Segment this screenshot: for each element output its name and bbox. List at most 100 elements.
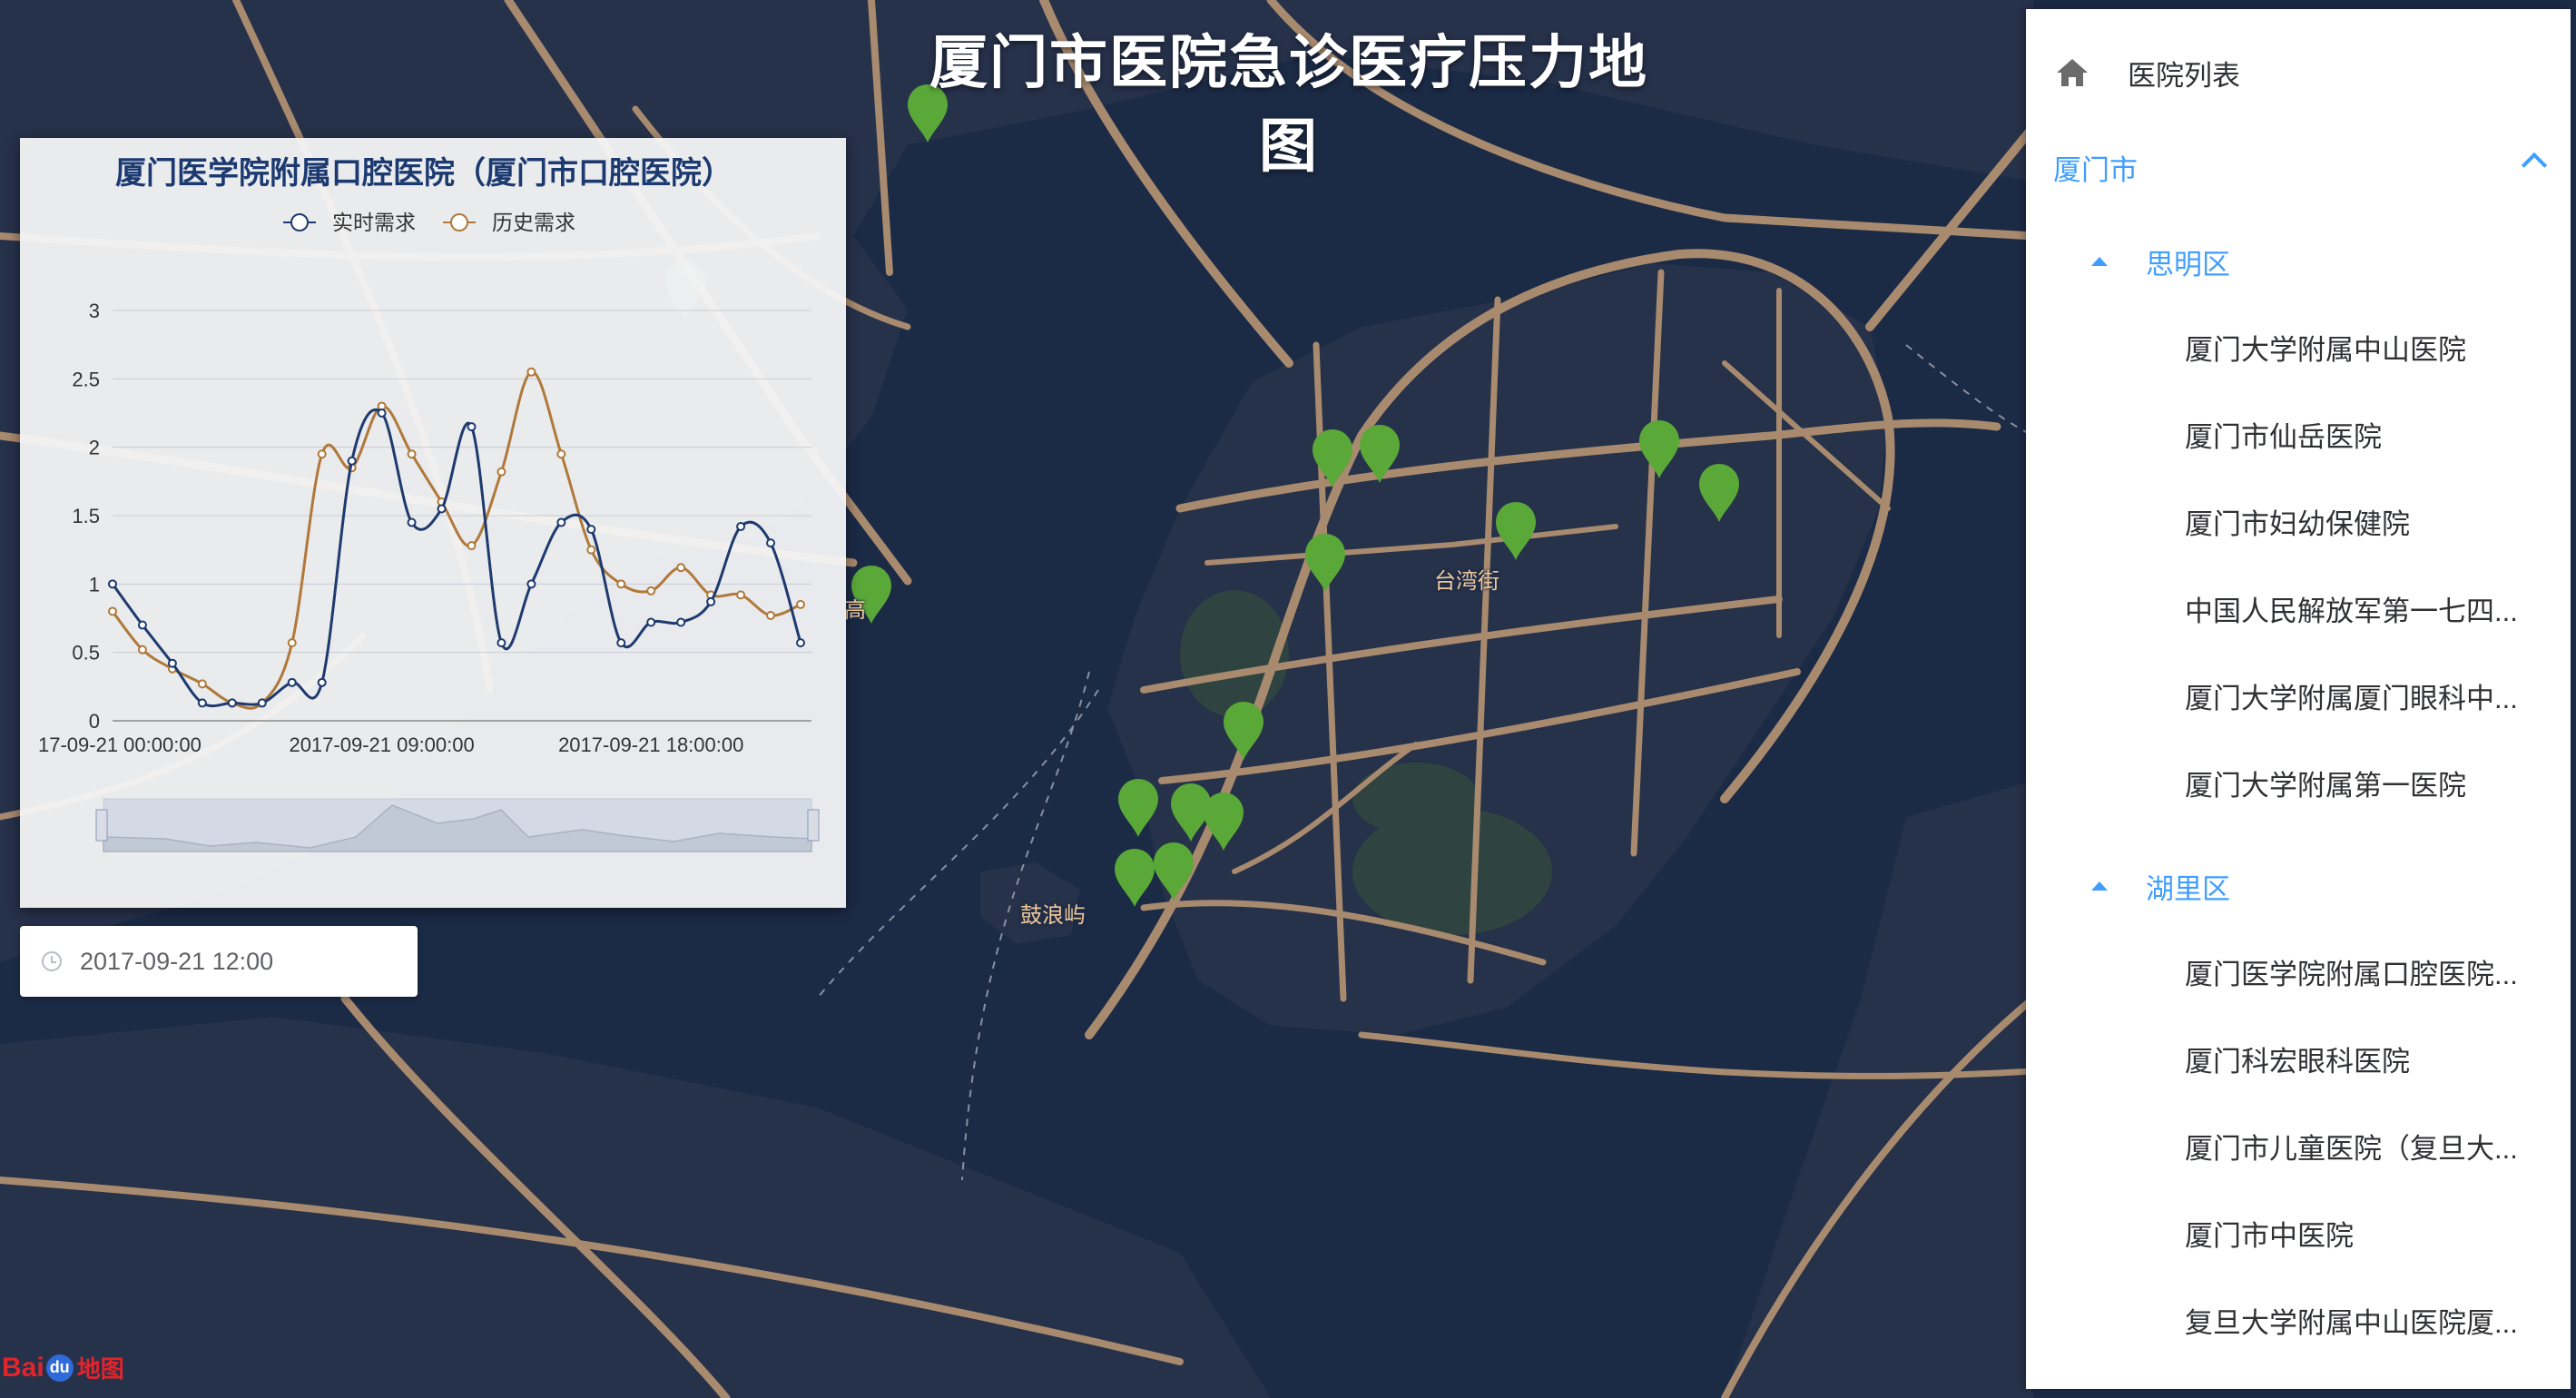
data-point[interactable] (556, 449, 566, 459)
data-point[interactable] (407, 517, 417, 527)
data-point[interactable] (407, 449, 417, 459)
hospital-name: 厦门大学附属中山医院 (2185, 333, 2466, 366)
hospital-name: 厦门医学院附属口腔医院... (2185, 958, 2518, 990)
data-point[interactable] (497, 638, 506, 648)
data-point[interactable] (736, 590, 746, 600)
y-tick-label: 3 (89, 300, 100, 322)
data-point[interactable] (586, 545, 596, 555)
demand-line-chart[interactable]: 厦门医学院附属口腔医院（厦门市口腔医院） 实时需求 历史需求 0 0.5 1 1.5 2… (20, 138, 846, 908)
hospital-item[interactable]: 厦门大学附属中山医院 (2026, 303, 2571, 390)
hospital-item[interactable]: 厦门市儿童医院（复旦大... (2026, 1102, 2571, 1189)
data-point[interactable] (616, 579, 626, 589)
hospital-name: 中国人民解放军第一七四... (2185, 595, 2518, 627)
data-point[interactable] (646, 617, 656, 627)
data-point[interactable] (796, 599, 805, 609)
chart-x-axis: 17-09-21 00:00:00 2017-09-21 09:00:00 2017… (38, 733, 743, 756)
chart-datazoom-slider[interactable] (95, 798, 820, 852)
datetime-input[interactable] (78, 946, 390, 977)
city-group-xiamen[interactable]: 厦门市 (2026, 123, 2571, 211)
data-point[interactable] (526, 579, 536, 589)
datetime-picker[interactable] (20, 926, 418, 997)
hospital-name: 厦门大学附属厦门眼科中... (2185, 682, 2518, 714)
hospital-name: 厦门科宏眼科医院 (2185, 1045, 2410, 1078)
baidu-logo-map-text: 地图 (76, 1355, 124, 1383)
data-point[interactable] (347, 456, 357, 466)
legend-label-history: 历史需求 (492, 211, 575, 234)
district-huli[interactable]: 湖里区 (2026, 842, 2571, 930)
chart-gridlines (113, 310, 811, 722)
hospital-item[interactable]: 厦门市仙岳医院 (2026, 390, 2571, 477)
data-point[interactable] (197, 698, 207, 708)
chevron-up-icon[interactable] (2521, 152, 2548, 179)
datazoom-left-handle[interactable] (95, 809, 108, 842)
series-line (111, 370, 801, 710)
data-point[interactable] (467, 422, 477, 432)
page-title: 厦门市医院急诊医疗压力地图 (929, 30, 1648, 181)
home-icon (2057, 59, 2088, 86)
y-tick-label: 1 (89, 573, 100, 596)
demand-chart-card: 厦门医学院附属口腔医院（厦门市口腔医院） 实时需求 历史需求 0 0.5 1 1.5 2… (20, 138, 846, 908)
y-tick-label: 1.5 (72, 505, 100, 527)
data-point[interactable] (377, 409, 387, 418)
legend-item-history[interactable]: 历史需求 (443, 211, 575, 234)
chart-legend[interactable]: 实时需求 历史需求 (283, 211, 575, 234)
data-point[interactable] (526, 367, 536, 377)
data-point[interactable] (736, 522, 746, 532)
hospital-name: 厦门市妇幼保健院 (2185, 507, 2410, 540)
city-name: 厦门市 (2053, 153, 2138, 186)
data-point[interactable] (676, 617, 686, 627)
data-point[interactable] (137, 620, 147, 630)
place-label-partial: 高 (844, 597, 866, 623)
data-point[interactable] (287, 638, 297, 648)
data-point[interactable] (167, 658, 177, 668)
clock-icon (42, 951, 62, 971)
hospital-item[interactable]: 厦门市妇幼保健院 (2026, 477, 2571, 565)
datazoom-right-handle[interactable] (807, 809, 820, 842)
legend-label-realtime: 实时需求 (332, 211, 416, 234)
legend-item-realtime[interactable]: 实时需求 (283, 211, 416, 234)
hospital-item[interactable]: 厦门医学院附属口腔医院... (2026, 928, 2571, 1015)
data-point[interactable] (317, 449, 327, 459)
map-park (1352, 763, 1480, 835)
y-tick-label: 2.5 (72, 368, 100, 390)
data-point[interactable] (317, 677, 327, 687)
caret-up-icon (2091, 257, 2108, 266)
data-point[interactable] (257, 698, 267, 708)
caret-up-icon (2091, 881, 2108, 891)
data-point[interactable] (437, 504, 447, 514)
data-point[interactable] (796, 638, 805, 648)
hospital-name: 厦门市仙岳医院 (2185, 420, 2382, 453)
data-point[interactable] (497, 467, 506, 477)
hospital-item[interactable]: 厦门市中医院 (2026, 1189, 2571, 1276)
series-line (111, 408, 802, 708)
y-tick-label: 2 (89, 437, 100, 459)
hospital-item[interactable]: 厦门大学附属第一医院 (2026, 739, 2571, 826)
chart-title: 厦门医学院附属口腔医院（厦门市口腔医院） (115, 155, 732, 191)
data-point[interactable] (108, 606, 117, 616)
district-siming[interactable]: 思明区 (2026, 218, 2571, 305)
hospital-name: 厦门市儿童医院（复旦大... (2185, 1132, 2518, 1165)
baidu-map-logo[interactable]: Bai du 地图 (2, 1351, 124, 1384)
hospital-item[interactable]: 复旦大学附属中山医院厦... (2026, 1276, 2571, 1364)
data-point[interactable] (108, 579, 117, 589)
data-point[interactable] (287, 677, 297, 687)
data-point[interactable] (586, 525, 596, 535)
district-name: 湖里区 (2146, 872, 2230, 905)
data-point[interactable] (227, 698, 237, 708)
paw-icon: du (45, 1354, 74, 1382)
data-point[interactable] (646, 586, 656, 596)
data-point[interactable] (556, 517, 566, 527)
data-point[interactable] (467, 541, 477, 551)
data-point[interactable] (197, 679, 207, 689)
hospital-item[interactable]: 中国人民解放军第一七四... (2026, 565, 2571, 652)
hospital-item[interactable]: 厦门大学附属厦门眼科中... (2026, 652, 2571, 739)
hospital-item[interactable]: 厦门科宏眼科医院 (2026, 1015, 2571, 1102)
hospital-list-title: 医院列表 (2128, 59, 2240, 92)
data-point[interactable] (766, 538, 776, 548)
data-point[interactable] (616, 638, 626, 648)
data-point[interactable] (676, 563, 686, 573)
data-point[interactable] (137, 645, 147, 655)
data-point[interactable] (706, 596, 716, 606)
data-point[interactable] (766, 610, 776, 620)
hospital-list-header[interactable]: 医院列表 (2026, 29, 2571, 116)
